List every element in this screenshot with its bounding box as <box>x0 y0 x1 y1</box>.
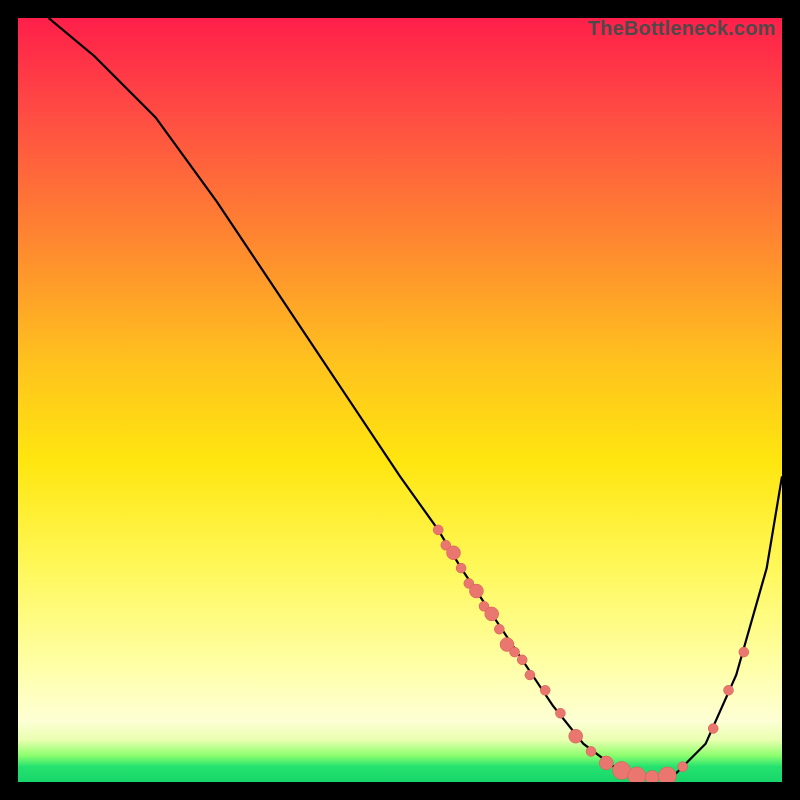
data-point <box>510 647 520 657</box>
data-point <box>555 708 565 718</box>
data-point <box>739 647 749 657</box>
chart-overlay <box>18 18 782 782</box>
data-point <box>469 584 483 598</box>
data-point <box>447 546 461 560</box>
data-point <box>569 729 583 743</box>
data-point <box>494 624 504 634</box>
data-point <box>525 670 535 680</box>
data-point <box>540 685 550 695</box>
data-point <box>517 655 527 665</box>
data-point <box>678 762 688 772</box>
data-point <box>599 756 613 770</box>
chart-frame: TheBottleneck.com <box>18 18 782 782</box>
data-point <box>658 767 676 782</box>
scatter-points <box>433 525 749 782</box>
data-point <box>708 724 718 734</box>
bottleneck-curve <box>49 18 782 778</box>
data-point <box>628 767 646 782</box>
data-point <box>485 607 499 621</box>
data-point <box>433 525 443 535</box>
data-point <box>586 746 596 756</box>
data-point <box>724 685 734 695</box>
data-point <box>645 770 659 782</box>
data-point <box>456 563 466 573</box>
